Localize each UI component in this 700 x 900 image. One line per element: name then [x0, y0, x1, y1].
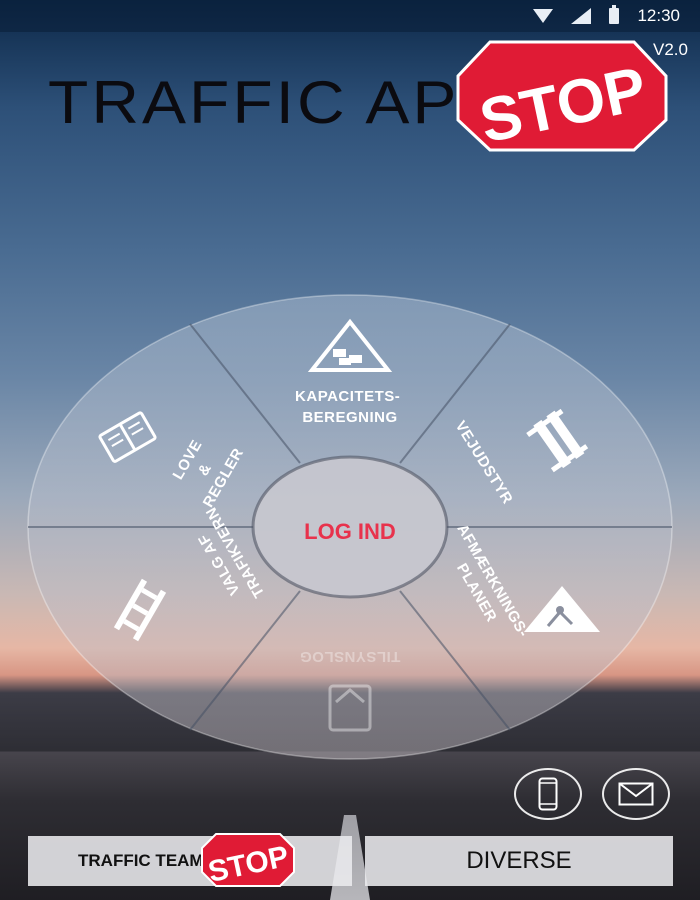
diverse-button[interactable]: DIVERSE	[365, 836, 673, 886]
diverse-label: DIVERSE	[466, 847, 572, 874]
traffic-team-label: TRAFFIC TEAM	[78, 851, 204, 870]
kapacitet-label-line2: BEREGNING	[302, 409, 397, 426]
menu-wheel: LOG IND KAPACITETS- BEREGNING VEJUDSTYR …	[27, 294, 673, 760]
phone-icon	[538, 777, 558, 811]
log-ind-label: LOG IND	[304, 519, 396, 544]
phone-button[interactable]	[514, 768, 582, 820]
mail-button[interactable]	[602, 768, 670, 820]
traffic-team-stop-logo: STOP	[201, 833, 295, 888]
traffic-team-button[interactable]: TRAFFIC TEAM	[28, 836, 352, 886]
svg-text:TILSYNSLOG: TILSYNSLOG	[300, 648, 401, 665]
tilsynslog-label: TILSYNSLOG	[300, 648, 401, 665]
mail-icon	[618, 782, 654, 806]
kapacitet-label-line1: KAPACITETS-	[295, 388, 400, 405]
